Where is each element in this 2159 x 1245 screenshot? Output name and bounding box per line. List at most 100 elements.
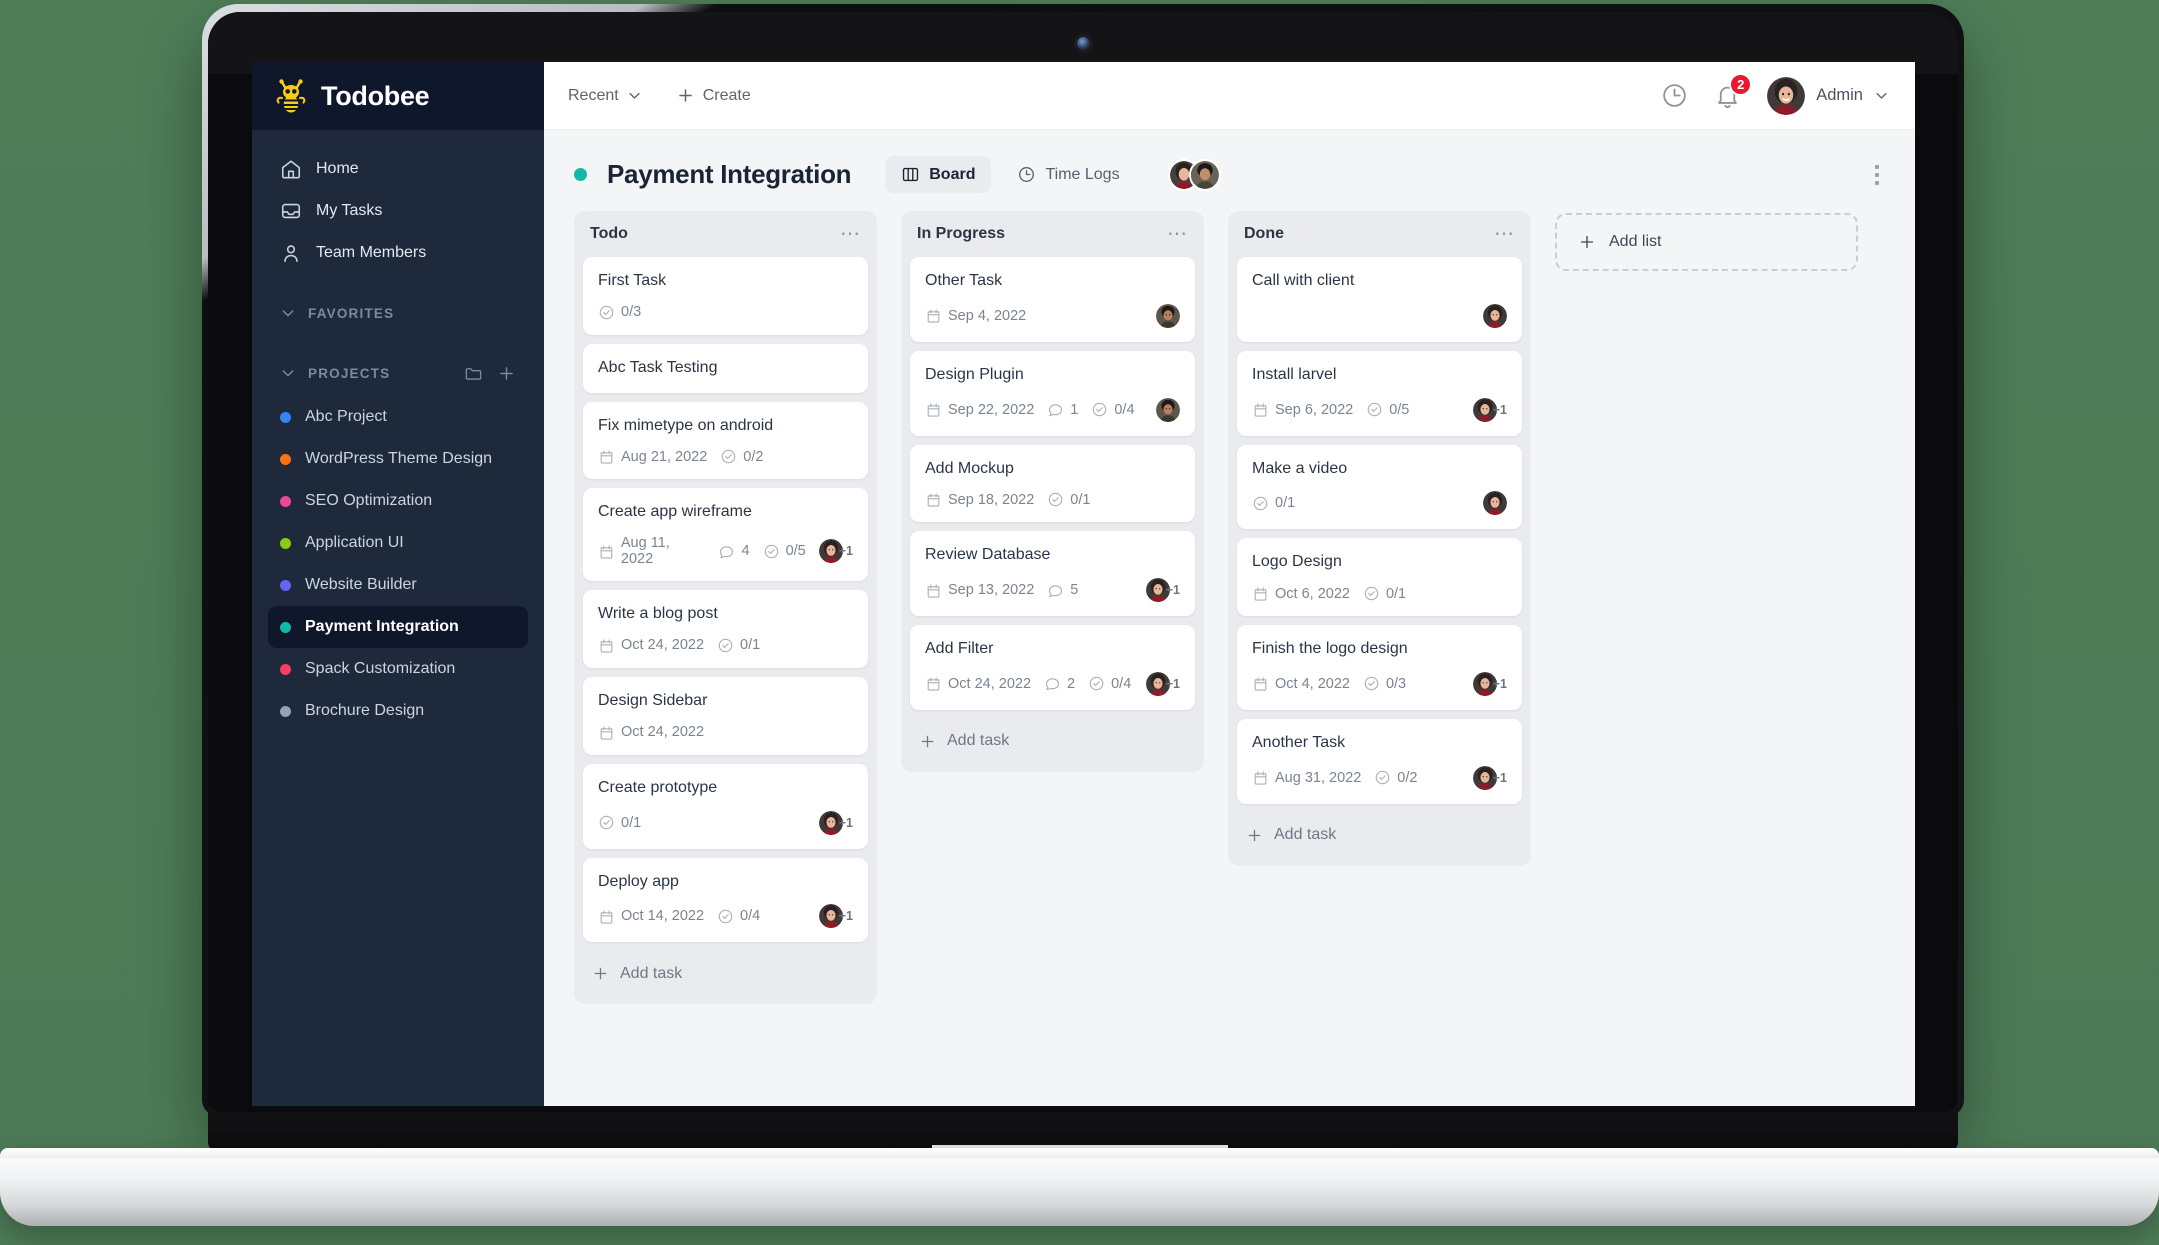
task-due-date: Oct 24, 2022 [925, 675, 1031, 692]
task-card[interactable]: Make a video 0/1 [1237, 444, 1522, 530]
check-circle-icon [718, 909, 733, 924]
task-assignees[interactable] [1483, 491, 1507, 516]
sidebar-item-my-tasks[interactable]: My Tasks [268, 190, 528, 232]
due-date-text: Oct 6, 2022 [1275, 585, 1350, 602]
task-title: Fix mimetype on android [598, 416, 774, 434]
task-card[interactable]: Install larvel Sep 6, 2022 0/5 +1 [1237, 350, 1522, 436]
task-assignees[interactable]: +1 [818, 539, 853, 564]
task-meta: Sep 18, 2022 0/1 [925, 491, 1180, 508]
recent-dropdown[interactable]: Recent [568, 87, 642, 105]
task-checklist-count: 0/5 [1366, 401, 1409, 418]
sidebar-project-item[interactable]: Payment Integration [268, 606, 528, 648]
ellipsis-icon[interactable]: ⋯ [1167, 224, 1188, 244]
board-header: Payment Integration Board Time Logs [544, 130, 1915, 207]
user-menu[interactable]: Admin [1767, 76, 1889, 115]
sidebar-project-item[interactable]: Abc Project [268, 396, 528, 438]
task-card[interactable]: Call with client [1237, 257, 1522, 342]
sidebar-item-team-members[interactable]: Team Members [268, 232, 528, 274]
task-card[interactable]: Deploy app Oct 14, 2022 0/4 +1 [583, 857, 868, 943]
sidebar-project-item[interactable]: WordPress Theme Design [268, 438, 528, 480]
chevron-down-icon [629, 92, 640, 99]
add-task-label: Add task [1274, 826, 1337, 844]
task-card[interactable]: Review Database Sep 13, 2022 5 +1 [910, 531, 1195, 617]
checklist-count-text: 0/4 [1114, 401, 1135, 418]
task-meta: Oct 4, 2022 0/3 +1 [1252, 671, 1507, 696]
task-assignees[interactable]: +1 [1145, 671, 1180, 696]
favorites-section-header[interactable]: FAVORITES [268, 296, 528, 330]
board-menu-button[interactable] [1869, 159, 1885, 191]
task-title: Create prototype [598, 778, 718, 796]
task-assignees[interactable] [1156, 397, 1180, 422]
task-title: Another Task [1252, 733, 1346, 751]
task-card[interactable]: Add Filter Oct 24, 2022 2 0/4 +1 [910, 625, 1195, 710]
ellipsis-icon[interactable]: ⋯ [840, 224, 861, 244]
task-title: Other Task [925, 272, 1003, 289]
task-card[interactable]: Logo Design Oct 6, 2022 0/1 [1237, 538, 1522, 617]
task-card[interactable]: Design Plugin Sep 22, 2022 1 0/4 [910, 350, 1195, 436]
notifications-button[interactable]: 2 [1714, 73, 1753, 109]
task-card[interactable]: Another Task Aug 31, 2022 0/2 +1 [1237, 718, 1522, 804]
task-card[interactable]: Other Task Sep 4, 2022 [910, 257, 1195, 342]
check-circle-icon [1253, 496, 1268, 511]
sidebar-project-item[interactable]: Brochure Design [268, 690, 528, 732]
task-assignees[interactable]: +1 [1472, 671, 1507, 696]
task-card[interactable]: Add Mockup Sep 18, 2022 0/1 [910, 444, 1195, 523]
task-title: Write a blog post [598, 605, 718, 623]
sidebar-project-item[interactable]: Spack Customization [268, 648, 528, 690]
column-title: In Progress [917, 225, 1006, 242]
column-header: In Progress ⋯ [901, 211, 1204, 257]
sidebar-item-label: Home [316, 160, 359, 177]
add-task-button[interactable]: Add task [1237, 813, 1522, 858]
brand[interactable]: Todobee [252, 62, 544, 130]
projects-section-header[interactable]: PROJECTS [268, 356, 528, 390]
webcam-icon [1076, 36, 1090, 50]
calendar-icon [927, 493, 940, 507]
avatar [1156, 303, 1180, 328]
sidebar-project-item[interactable]: Website Builder [268, 564, 528, 606]
task-card[interactable]: First Task 0/3 [583, 257, 868, 335]
task-card[interactable]: Design Sidebar Oct 24, 2022 [583, 676, 868, 755]
board-members[interactable] [1167, 158, 1221, 191]
due-date-text: Sep 22, 2022 [948, 401, 1035, 418]
sidebar-project-item[interactable]: Application UI [268, 522, 528, 564]
task-assignees[interactable]: +1 [818, 810, 853, 835]
task-card[interactable]: Create prototype 0/1 +1 [583, 763, 868, 849]
plus-icon[interactable] [497, 364, 516, 383]
sidebar-project-item[interactable]: SEO Optimization [268, 480, 528, 522]
task-meta: Sep 6, 2022 0/5 +1 [1252, 397, 1507, 422]
tab-board[interactable]: Board [885, 156, 992, 193]
home-icon [281, 160, 301, 179]
sidebar-item-home[interactable]: Home [268, 148, 528, 190]
task-card[interactable]: Create app wireframe Aug 11, 2022 4 0/5 +1 [583, 488, 868, 582]
task-assignees[interactable]: +1 [1472, 397, 1507, 422]
tab-time-logs[interactable]: Time Logs [1001, 156, 1135, 193]
task-card[interactable]: Fix mimetype on android Aug 21, 2022 0/2 [583, 401, 868, 480]
task-card[interactable]: Finish the logo design Oct 4, 2022 0/3 +1 [1237, 625, 1522, 710]
due-date-text: Oct 14, 2022 [621, 908, 705, 925]
folder-icon[interactable] [464, 364, 483, 383]
task-title: Add Filter [925, 640, 994, 658]
add-task-button[interactable]: Add task [583, 951, 868, 996]
task-meta: 0/1 +1 [598, 810, 853, 835]
task-assignees[interactable] [1156, 303, 1180, 328]
task-comment-count: 5 [1047, 582, 1078, 599]
ellipsis-icon[interactable]: ⋯ [1494, 224, 1515, 244]
add-list-button[interactable]: Add list [1555, 213, 1858, 271]
calendar-icon [927, 309, 940, 323]
task-card[interactable]: Write a blog post Oct 24, 2022 0/1 [583, 590, 868, 668]
task-card[interactable]: Abc Task Testing [583, 343, 868, 393]
add-task-button[interactable]: Add task [910, 719, 1195, 764]
time-tracker-button[interactable] [1661, 82, 1688, 109]
task-assignees[interactable]: +1 [818, 904, 853, 929]
checklist-count-text: 0/1 [621, 814, 642, 831]
kanban-column: Todo ⋯ First Task 0/3 Abc Task Testing Fix mi… [574, 211, 877, 1005]
task-assignees[interactable]: +1 [1472, 765, 1507, 790]
task-assignees[interactable] [1483, 303, 1507, 328]
check-circle-icon [1364, 677, 1379, 691]
due-date-text: Sep 6, 2022 [1275, 401, 1354, 418]
create-button[interactable]: Create [676, 86, 751, 105]
task-checklist-count: 0/1 [598, 814, 641, 831]
check-circle-icon [599, 305, 614, 320]
task-due-date: Oct 14, 2022 [598, 908, 704, 925]
task-assignees[interactable]: +1 [1145, 578, 1180, 603]
